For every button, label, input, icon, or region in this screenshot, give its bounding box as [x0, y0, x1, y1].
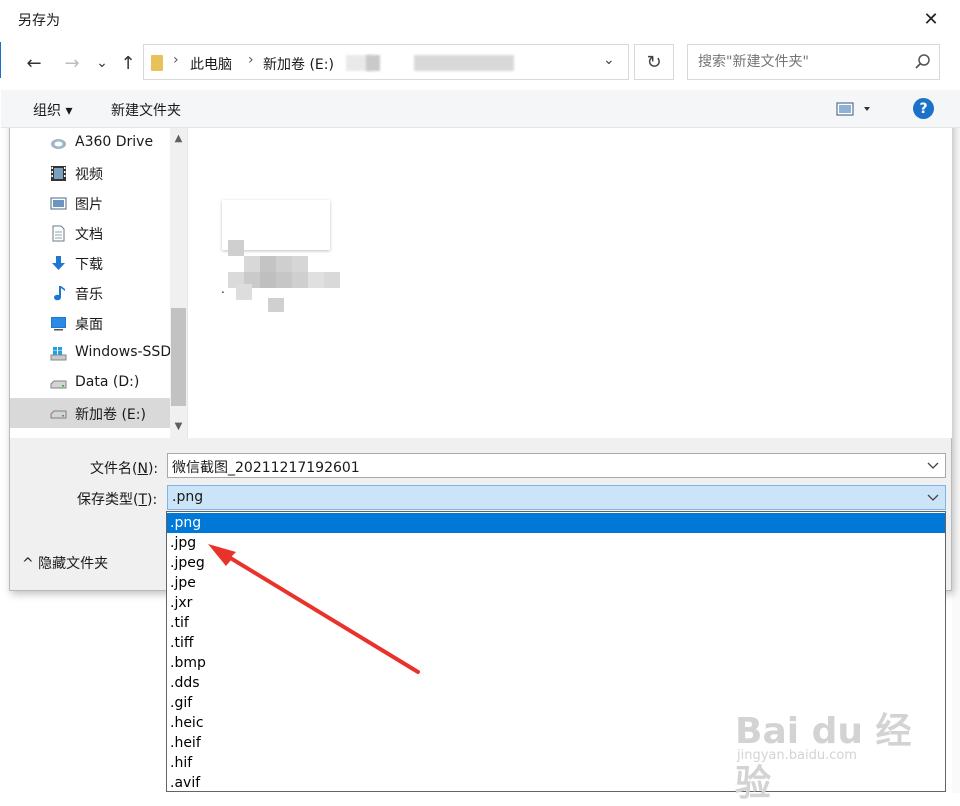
sidebar-item-label: A360 Drive	[75, 134, 154, 150]
watermark-url: jingyan.baidu.com	[737, 748, 857, 763]
redacted-thumbnail	[260, 272, 276, 288]
scrollbar-thumb[interactable]	[171, 308, 186, 406]
filetype-option-jpg[interactable]: .jpg	[167, 533, 945, 553]
filetype-option-dds[interactable]: .dds	[167, 673, 945, 693]
new-folder-button[interactable]: 新建文件夹	[111, 100, 181, 120]
redacted-thumbnail	[236, 284, 252, 300]
navigation-pane: A360 Drive 视频 图片 文档 下载 音乐 桌面 Windows-SSD…	[10, 128, 188, 438]
redacted-thumbnail	[292, 256, 308, 272]
sidebar-item-videos[interactable]: 视频	[10, 158, 170, 188]
chevron-down-icon[interactable]	[927, 491, 939, 503]
help-button[interactable]: ?	[913, 98, 934, 119]
download-icon	[52, 256, 65, 270]
filetype-option-jpe[interactable]: .jpe	[167, 573, 945, 593]
music-icon	[54, 286, 65, 301]
nav-pane-scrollbar[interactable]: ▲ ▼	[170, 128, 187, 438]
address-dropdown-icon[interactable]: ⌄	[603, 52, 615, 68]
title-bar: 另存为 ✕	[1, 0, 960, 38]
hide-folders-button[interactable]: ^ 隐藏文件夹	[22, 553, 108, 573]
back-button[interactable]: ←	[23, 52, 45, 74]
recent-locations-button[interactable]: ⌄	[91, 52, 113, 74]
redacted-thumbnail	[276, 256, 292, 272]
sidebar-item-label: 下载	[75, 257, 103, 273]
filetype-option-tiff[interactable]: .tiff	[167, 633, 945, 653]
sidebar-item-documents[interactable]: 文档	[10, 218, 170, 248]
chevron-down-icon[interactable]	[927, 459, 939, 471]
search-icon[interactable]	[914, 53, 932, 71]
filename-field[interactable]: 微信截图_20211217192601	[167, 453, 946, 478]
sidebar-item-music[interactable]: 音乐	[10, 278, 170, 308]
breadcrumb-drive-e[interactable]: 新加卷 (E:)	[263, 54, 334, 74]
pictures-folder-icon	[50, 197, 67, 210]
up-button[interactable]: ↑	[117, 52, 139, 74]
organize-menu[interactable]: 组织 ▾	[33, 100, 72, 120]
sidebar-item-data-d[interactable]: Data (D:)	[10, 368, 170, 398]
scroll-up-icon[interactable]: ▲	[170, 130, 187, 147]
sidebar-item-label: 文档	[75, 227, 103, 243]
sidebar-item-label: Data (D:)	[75, 374, 140, 390]
redacted-path	[414, 55, 514, 71]
drive-icon	[50, 380, 67, 389]
redacted-thumbnail	[260, 256, 276, 272]
filetype-option-png[interactable]: .png	[167, 513, 945, 533]
breadcrumb-separator: ›	[248, 52, 254, 68]
filetype-select[interactable]: .png	[167, 485, 946, 510]
view-options-icon[interactable]	[836, 101, 872, 117]
redacted-thumbnail	[324, 272, 340, 288]
redacted-path	[366, 55, 380, 71]
sidebar-item-windows-ssd[interactable]: Windows-SSD	[10, 338, 170, 368]
file-name-label: .	[221, 282, 225, 296]
redacted-thumbnail	[268, 298, 284, 312]
address-bar[interactable]: › 此电脑 › 新加卷 (E:) ⌄	[143, 44, 629, 80]
filename-value[interactable]: 微信截图_20211217192601	[172, 457, 360, 477]
sidebar-item-new-volume-e[interactable]: 新加卷 (E:)	[10, 398, 170, 428]
baidu-watermark: Bai du 经验 jingyan.baidu.com	[735, 694, 935, 804]
sidebar-item-a360-drive[interactable]: A360 Drive	[10, 128, 170, 158]
sidebar-item-label: 视频	[75, 167, 103, 183]
filetype-option-tif[interactable]: .tif	[167, 613, 945, 633]
file-list-pane[interactable]: .	[188, 128, 952, 438]
sidebar-item-pictures[interactable]: 图片	[10, 188, 170, 218]
redacted-thumbnail	[228, 240, 244, 256]
filetype-option-jpeg[interactable]: .jpeg	[167, 553, 945, 573]
forward-button[interactable]: →	[61, 52, 83, 74]
drive-icon	[50, 410, 67, 419]
command-toolbar: 组织 ▾ 新建文件夹 ?	[1, 90, 960, 128]
sidebar-item-label: 音乐	[75, 287, 103, 303]
folder-icon	[151, 55, 163, 71]
documents-folder-icon	[52, 225, 65, 242]
redacted-thumbnail	[292, 272, 308, 288]
redacted-thumbnail	[308, 272, 324, 288]
filetype-option-bmp[interactable]: .bmp	[167, 653, 945, 673]
sidebar-item-label: 图片	[75, 197, 103, 213]
refresh-button[interactable]: ↻	[634, 44, 674, 80]
sidebar-item-desktop[interactable]: 桌面	[10, 308, 170, 338]
sidebar-item-label: Windows-SSD	[75, 344, 170, 360]
search-box[interactable]	[687, 44, 940, 80]
redacted-thumbnail	[276, 272, 292, 288]
sidebar-item-label: 新加卷 (E:)	[75, 407, 146, 423]
dialog-title: 另存为	[18, 13, 60, 29]
save-as-dialog: 另存为 ✕ ← → ⌄ ↑ › 此电脑 › 新加卷 (E:) ⌄ ↻ 组织 ▾ …	[1, 0, 960, 591]
sidebar-item-downloads[interactable]: 下载	[10, 248, 170, 278]
scroll-down-icon[interactable]: ▼	[170, 418, 187, 435]
search-input[interactable]	[696, 51, 906, 73]
filetype-option-jxr[interactable]: .jxr	[167, 593, 945, 613]
filetype-value[interactable]: .png	[172, 489, 203, 505]
redacted-thumbnail	[244, 256, 260, 272]
cloud-drive-icon	[51, 139, 66, 149]
windows-drive-icon	[50, 347, 67, 361]
desktop-icon	[51, 317, 66, 331]
sidebar-item-label: 桌面	[75, 317, 103, 333]
video-folder-icon	[51, 166, 66, 181]
close-button[interactable]: ✕	[913, 4, 949, 34]
breadcrumb-this-pc[interactable]: 此电脑	[190, 54, 232, 74]
filename-label: 文件名(N):	[90, 461, 159, 477]
filetype-label: 保存类型(T):	[77, 492, 158, 508]
breadcrumb-separator: ›	[173, 52, 179, 68]
